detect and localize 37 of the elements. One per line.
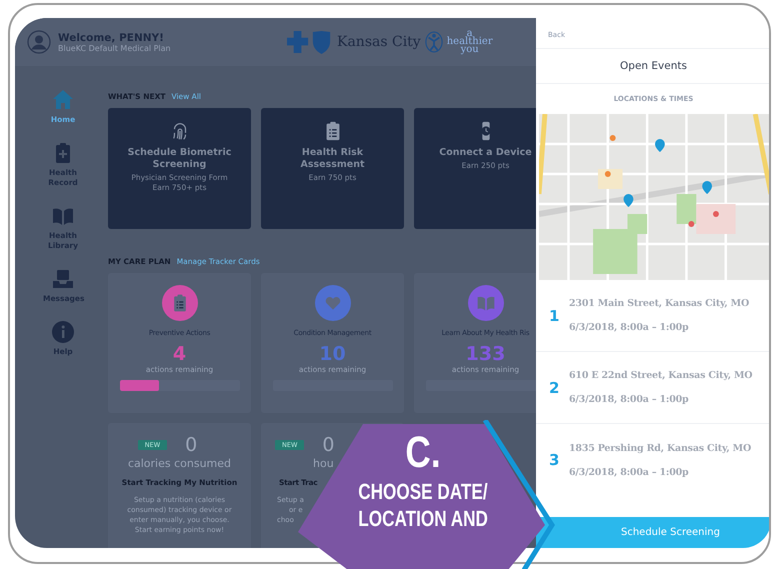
- location-time: 6/3/2018, 8:00a – 1:00p: [569, 394, 690, 405]
- inbox-icon: [51, 267, 75, 291]
- plan-name: BlueKC Default Medical Plan: [58, 44, 171, 52]
- running-figure-icon: [424, 31, 443, 53]
- card-title: Connect a Device: [438, 147, 533, 159]
- location-time: 6/3/2018, 8:00a – 1:00p: [569, 322, 690, 333]
- tracker-count: 0: [185, 435, 198, 455]
- location-item[interactable]: 1 2301 Main Street, Kansas City, MO 6/3/2018, 8:00a – 1:00p: [536, 280, 769, 352]
- avatar-icon: [27, 30, 51, 54]
- action-count: 133: [466, 343, 506, 365]
- cross-shield-logo-icon: [287, 30, 333, 54]
- location-item[interactable]: 2 610 E 22nd Street, Kansas City, MO 6/3/2018, 8:00a – 1:00p: [536, 352, 769, 424]
- action-count: 10: [319, 343, 346, 365]
- schedule-screening-button[interactable]: Schedule Screening: [536, 517, 769, 548]
- tracker-unit: calories consumed: [128, 457, 232, 470]
- location-number: 1: [549, 306, 560, 324]
- house-icon: [51, 88, 75, 112]
- location-time: 6/3/2018, 8:00a – 1:00p: [569, 466, 690, 478]
- tracker-count: 0: [322, 435, 334, 455]
- callout-letter: C.: [405, 428, 441, 478]
- card-title: Schedule Biometric Screening: [126, 147, 232, 171]
- location-item[interactable]: 3 1835 Pershing Rd, Kansas City, MO 6/3/2018, 8:00a – 1:00p: [536, 424, 769, 496]
- location-number: 2: [549, 378, 560, 396]
- location-address: 610 E 22nd Street, Kansas City, MO: [569, 370, 752, 381]
- tracker-unit: hou: [313, 457, 334, 470]
- location-number: 3: [549, 451, 560, 469]
- action-count: 4: [172, 343, 186, 365]
- tagline-text: a: [466, 30, 473, 38]
- tagline-text: you: [460, 46, 479, 54]
- panel-title: Open Events: [536, 49, 769, 84]
- callout-text: CHOOSE DATE/: [358, 478, 488, 505]
- callout-text: LOCATION AND: [358, 505, 488, 532]
- location-address: 1835 Pershing Rd, Kansas City, MO: [569, 442, 752, 454]
- location-address: 2301 Main Street, Kansas City, MO: [569, 298, 750, 309]
- tagline-text: healthier: [446, 38, 493, 46]
- card-title: Health Risk Assessment: [299, 147, 366, 171]
- info-icon: [51, 320, 75, 344]
